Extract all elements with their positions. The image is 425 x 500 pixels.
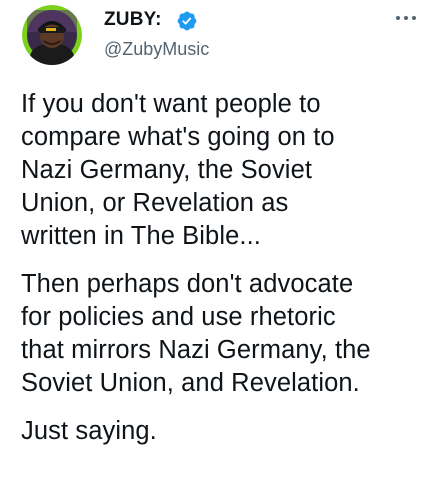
tweet-paragraph: Then perhaps don't advocate for policies… <box>21 270 371 397</box>
avatar[interactable] <box>22 5 82 65</box>
verified-badge-icon <box>177 11 197 31</box>
tweet-text: If you don't want people to compare what… <box>21 88 421 463</box>
author-handle[interactable]: @ZubyMusic <box>104 39 209 60</box>
tweet: ZUBY: @ZubyMusic If you don't want peopl… <box>0 0 425 500</box>
profile-photo-icon <box>22 5 82 65</box>
more-options-icon[interactable] <box>393 7 421 27</box>
author-name[interactable]: ZUBY: <box>104 9 162 31</box>
tweet-paragraph: Just saying. <box>21 417 157 445</box>
tweet-paragraph: If you don't want people to compare what… <box>21 90 335 250</box>
